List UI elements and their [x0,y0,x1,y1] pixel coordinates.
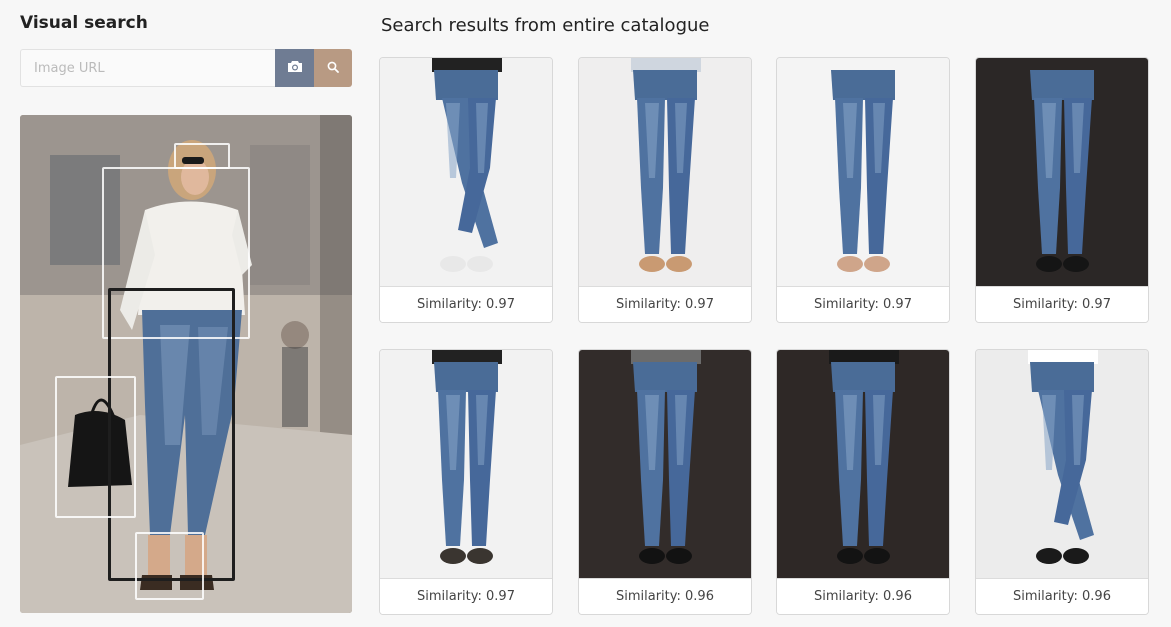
result-photo [777,350,949,578]
image-url-input[interactable] [20,49,275,87]
result-photo [777,58,949,286]
bbox-sunglasses[interactable] [174,143,230,169]
result-card[interactable]: Similarity: 0.96 [578,349,752,615]
similarity-score: Similarity: 0.97 [976,286,1148,322]
results-grid: Similarity: 0.97 Similarity: 0.97 Similari… [379,57,1149,617]
camera-icon [287,60,303,76]
similarity-score: Similarity: 0.97 [380,286,552,322]
result-card[interactable]: Similarity: 0.97 [578,57,752,323]
similarity-score: Similarity: 0.97 [380,578,552,614]
result-card[interactable]: Similarity: 0.97 [379,57,553,323]
upload-camera-button[interactable] [275,49,314,87]
result-card[interactable]: Similarity: 0.97 [975,57,1149,323]
results-title: Search results from entire catalogue [381,15,710,36]
similarity-score: Similarity: 0.97 [777,286,949,322]
bbox-shoes[interactable] [135,532,204,600]
search-button[interactable] [314,49,352,87]
result-card[interactable]: Similarity: 0.97 [379,349,553,615]
result-card[interactable]: Similarity: 0.97 [776,57,950,323]
similarity-score: Similarity: 0.96 [579,578,751,614]
result-photo [380,58,552,286]
search-icon [327,61,339,76]
similarity-score: Similarity: 0.96 [976,578,1148,614]
similarity-score: Similarity: 0.96 [777,578,949,614]
result-photo [579,350,751,578]
result-photo [579,58,751,286]
panel-title: Visual search [20,13,148,33]
query-image [20,115,352,613]
result-card[interactable]: Similarity: 0.96 [975,349,1149,615]
url-search-bar [20,49,352,87]
result-photo [380,350,552,578]
result-card[interactable]: Similarity: 0.96 [776,349,950,615]
result-photo [976,58,1148,286]
bbox-handbag[interactable] [55,376,136,518]
result-photo [976,350,1148,578]
similarity-score: Similarity: 0.97 [579,286,751,322]
